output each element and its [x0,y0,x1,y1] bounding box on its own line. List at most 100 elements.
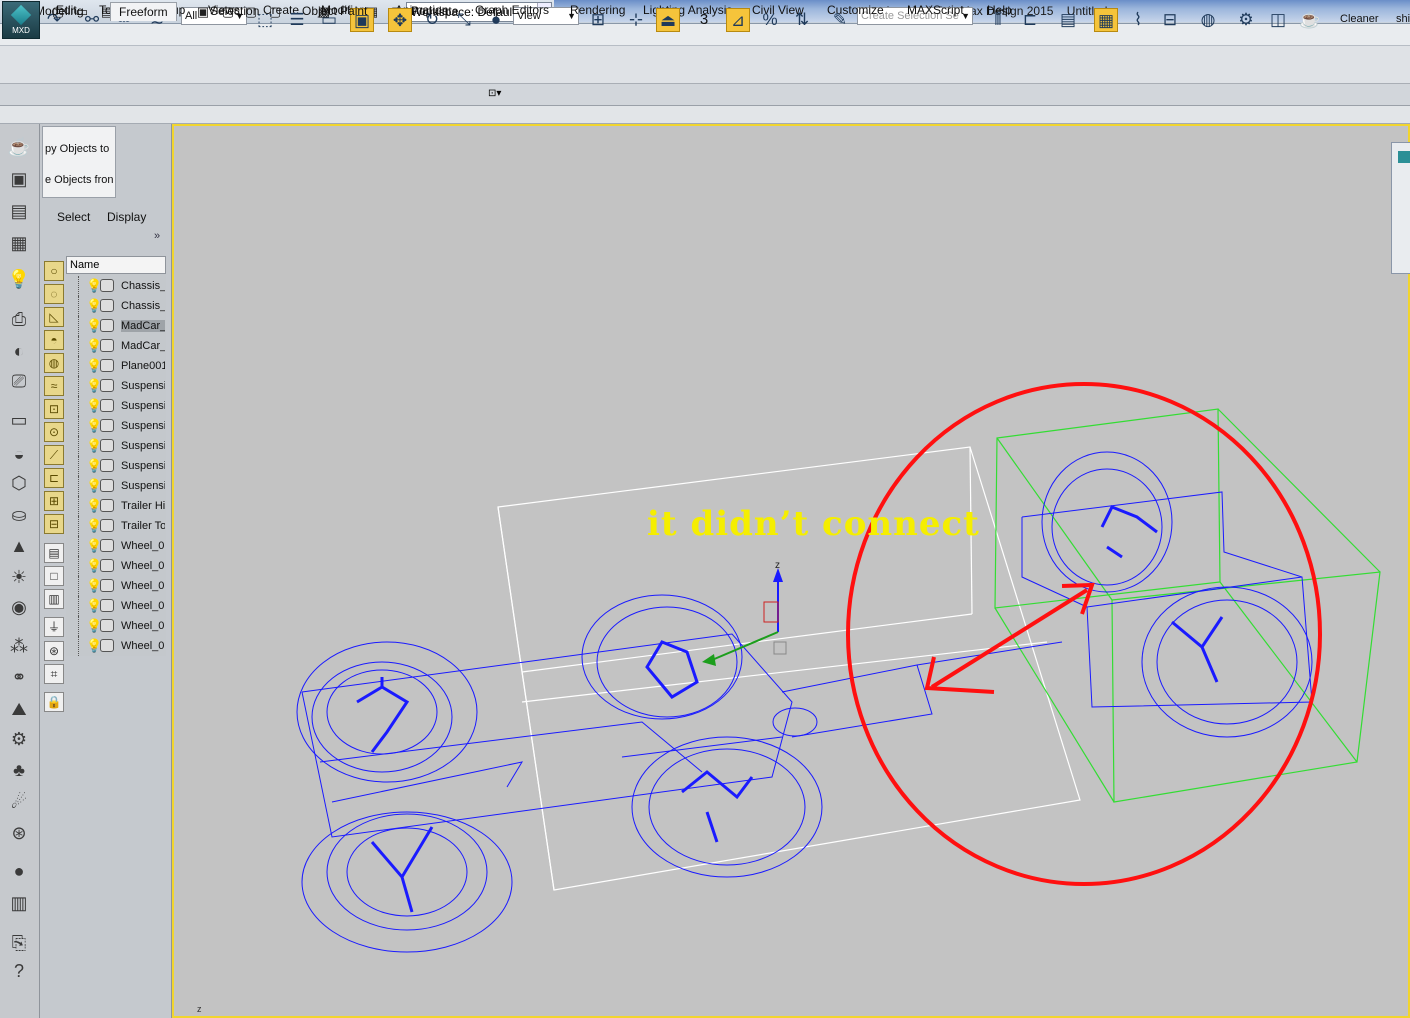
edit-named-selection-button[interactable]: ✎ [828,8,852,32]
render-window-icon[interactable]: ▣ [6,166,32,192]
list-item[interactable]: 💡 Wheel_0( [66,596,166,616]
render-setup-button[interactable]: ⚙ [1234,8,1258,32]
sun-icon[interactable]: ☀ [6,564,32,590]
move-objects-button[interactable]: e Objects fron [45,174,115,186]
material-icon[interactable]: ▥ [6,890,32,916]
keyboard-shortcut-button[interactable]: ⏏ [656,8,680,32]
angle-snap-button[interactable]: ⊿ [726,8,750,32]
list-item[interactable]: 💡 Suspensi [66,476,166,496]
gear-icon[interactable]: ⚙ [6,726,32,752]
list-item[interactable]: 💡Chassis_( [66,296,166,316]
cone-icon[interactable]: ▲ [6,533,32,559]
filter-shapes-icon[interactable]: ◺ [44,307,64,327]
light-bulb-icon[interactable]: 💡 [6,266,32,292]
place-button[interactable]: ● [484,8,508,32]
list-item[interactable]: 💡 Wheel_0( [66,576,166,596]
mirror-button[interactable]: ⫴ [986,8,1010,32]
disc-icon[interactable]: ◉ [6,594,32,620]
copy-objects-button[interactable]: py Objects to [45,143,115,155]
tab-freeform[interactable]: Freeform [110,2,177,21]
pivot-button[interactable]: ⊞ [586,8,610,32]
filter-hierarchy-icon[interactable]: ⌗ [44,664,64,684]
filter-containers-icon[interactable]: ⊏ [44,468,64,488]
curve-editor-button[interactable]: ⌇ [1126,8,1150,32]
help-icon[interactable]: ? [6,958,32,984]
filter-none-icon[interactable]: □ [44,566,64,586]
list-icon[interactable]: ▤ [6,198,32,224]
table-icon[interactable]: ▦ [6,230,32,256]
filter-all-icon[interactable]: ○ [44,261,64,281]
filter-funnel-icon[interactable]: ⏚ [44,617,64,637]
schematic-view-button[interactable]: ⊟ [1158,8,1182,32]
list-item[interactable]: 💡 Wheel_0( [66,536,166,556]
filter-list-icon[interactable]: ▤ [44,543,64,563]
link-icon[interactable]: ⚭ [6,664,32,690]
render-production-button[interactable]: ☕ [1298,8,1322,32]
list-item[interactable]: 💡 Suspensi [66,396,166,416]
filter-xrefs-icon[interactable]: ⊞ [44,491,64,511]
particle-icon[interactable]: ⁂ [6,633,32,659]
percent-snap-button[interactable]: % [758,8,782,32]
list-item[interactable]: 💡 Plane001 [66,356,166,376]
tab-selection[interactable]: Selection [202,2,267,21]
tab-select[interactable]: Select [57,210,90,224]
geosphere-icon[interactable]: ⬡ [6,470,32,496]
filter-find-icon[interactable]: ⊛ [44,641,64,661]
list-item[interactable]: 💡 Wheel_0( [66,616,166,636]
list-item[interactable]: 💡 Trailer To [66,516,166,536]
list-item[interactable]: 💡 Trailer Hi [66,496,166,516]
hf-icon[interactable]: ☄ [6,789,32,815]
filter-groups-icon[interactable]: ⊙ [44,422,64,442]
list-item[interactable]: 💡 Wheel_0( [66,556,166,576]
list-item[interactable]: 💡 Suspensi [66,416,166,436]
select-manipulate-button[interactable]: ⊹ [624,8,648,32]
explorer-more-button[interactable]: » [154,230,160,242]
teapot-icon[interactable]: ☕ [6,134,32,160]
filter-invert-icon[interactable]: ▥ [44,589,64,609]
list-item[interactable]: 💡 Suspensi [66,456,166,476]
filter-spacewarps-icon[interactable]: ⊡ [44,399,64,419]
tab-display[interactable]: Display [107,210,146,224]
column-header-name[interactable]: Name [66,256,166,274]
perspective-viewport[interactable]: z it didn’t connect z [172,124,1410,1018]
object-name: Wheel_0( [121,600,165,612]
spinner-snap-button[interactable]: ⇅ [790,8,814,32]
cleaner-button[interactable]: Cleaner [1340,13,1379,25]
motion-icon[interactable]: ◐ [6,338,32,364]
tab-populate[interactable]: Populate [403,2,466,21]
list-item[interactable]: 💡 Suspensi [66,376,166,396]
export-icon[interactable]: ⎘ [6,930,32,956]
filter-geometry-icon[interactable]: ◌ [44,284,64,304]
application-button[interactable]: MXD [2,1,40,39]
list-item[interactable]: 💡 Suspensi [66,436,166,456]
list-item[interactable]: 💡 MadCar_ [66,336,166,356]
camera-icon[interactable]: ⎙ [6,306,32,332]
rendered-frame-button[interactable]: ◫ [1266,8,1290,32]
filter-helpers-icon[interactable]: ≈ [44,376,64,396]
list-item[interactable]: 💡Chassis_( [66,276,166,296]
filter-cameras-icon[interactable]: ◍ [44,353,64,373]
list-item[interactable]: 💡 MadCar_ [66,316,166,336]
map-icon[interactable]: ⊛ [6,820,32,846]
sphere-icon[interactable]: ◒ [6,441,32,467]
layer-manager-button[interactable]: ▤ [1056,8,1080,32]
ball-icon[interactable]: ● [6,858,32,884]
material-editor-button[interactable]: ◍ [1196,8,1220,32]
lock-icon[interactable]: 🔒 [44,692,64,712]
plane-icon[interactable]: ▭ [6,407,32,433]
plant-icon[interactable]: ♣ [6,757,32,783]
filter-lights-icon[interactable]: ◓ [44,330,64,350]
menu-maxscript[interactable]: MAXScript [907,3,964,17]
object-type-icon [100,599,114,612]
tab-object-paint[interactable]: Object Paint [294,2,375,21]
align-button[interactable]: ⊏ [1018,8,1042,32]
filter-bones-icon[interactable]: ⟋ [44,445,64,465]
scene-explorer-button[interactable]: ▦ [1094,8,1118,32]
list-item[interactable]: 💡 Wheel_0( [66,636,166,656]
ribbon-options-button[interactable]: ⊡▾ [488,88,501,99]
floating-panel[interactable] [1391,142,1410,274]
filter-frozen-icon[interactable]: ⊟ [44,514,64,534]
video-camera-icon[interactable]: ⎚ [6,368,32,394]
terrain-icon[interactable]: ⛰ [6,696,32,722]
basket-icon[interactable]: ⛀ [6,502,32,528]
